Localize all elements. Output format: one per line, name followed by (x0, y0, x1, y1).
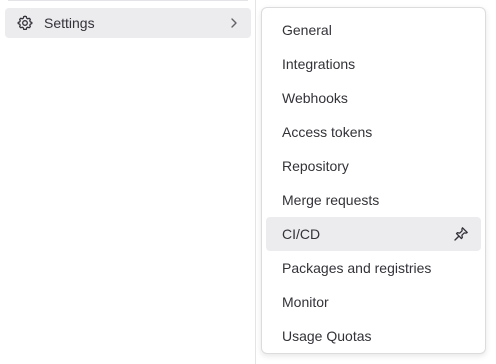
menu-item-integrations[interactable]: Integrations (266, 47, 481, 81)
menu-item-label: Merge requests (282, 192, 380, 208)
settings-icon (17, 15, 33, 31)
menu-item-repository[interactable]: Repository (266, 149, 481, 183)
menu-item-packages-and-registries[interactable]: Packages and registries (266, 251, 481, 285)
menu-item-label: General (282, 22, 332, 38)
menu-item-label: Webhooks (282, 90, 348, 106)
menu-item-access-tokens[interactable]: Access tokens (266, 115, 481, 149)
menu-item-usage-quotas[interactable]: Usage Quotas (266, 319, 481, 353)
menu-item-webhooks[interactable]: Webhooks (266, 81, 481, 115)
sidebar-item-label: Settings (44, 15, 95, 31)
sidebar: Settings (0, 0, 256, 364)
menu-item-label: Access tokens (282, 124, 373, 140)
pin-icon[interactable] (453, 226, 469, 242)
sidebar-item-settings[interactable]: Settings (5, 8, 251, 38)
menu-item-label: Integrations (282, 56, 356, 72)
menu-item-label: Repository (282, 158, 349, 174)
menu-item-monitor[interactable]: Monitor (266, 285, 481, 319)
menu-item-label: Usage Quotas (282, 328, 372, 344)
menu-item-ci-cd[interactable]: CI/CD (266, 217, 481, 251)
menu-item-label: CI/CD (282, 226, 321, 242)
sidebar-divider (8, 0, 248, 1)
chevron-right-icon (226, 15, 242, 31)
menu-item-general[interactable]: General (266, 13, 481, 47)
settings-flyout-menu: General Integrations Webhooks Access tok… (261, 7, 486, 354)
menu-item-label: Monitor (282, 294, 329, 310)
app-window: Settings General Integrations Webhooks A… (0, 0, 496, 364)
menu-item-merge-requests[interactable]: Merge requests (266, 183, 481, 217)
menu-item-label: Packages and registries (282, 260, 432, 276)
